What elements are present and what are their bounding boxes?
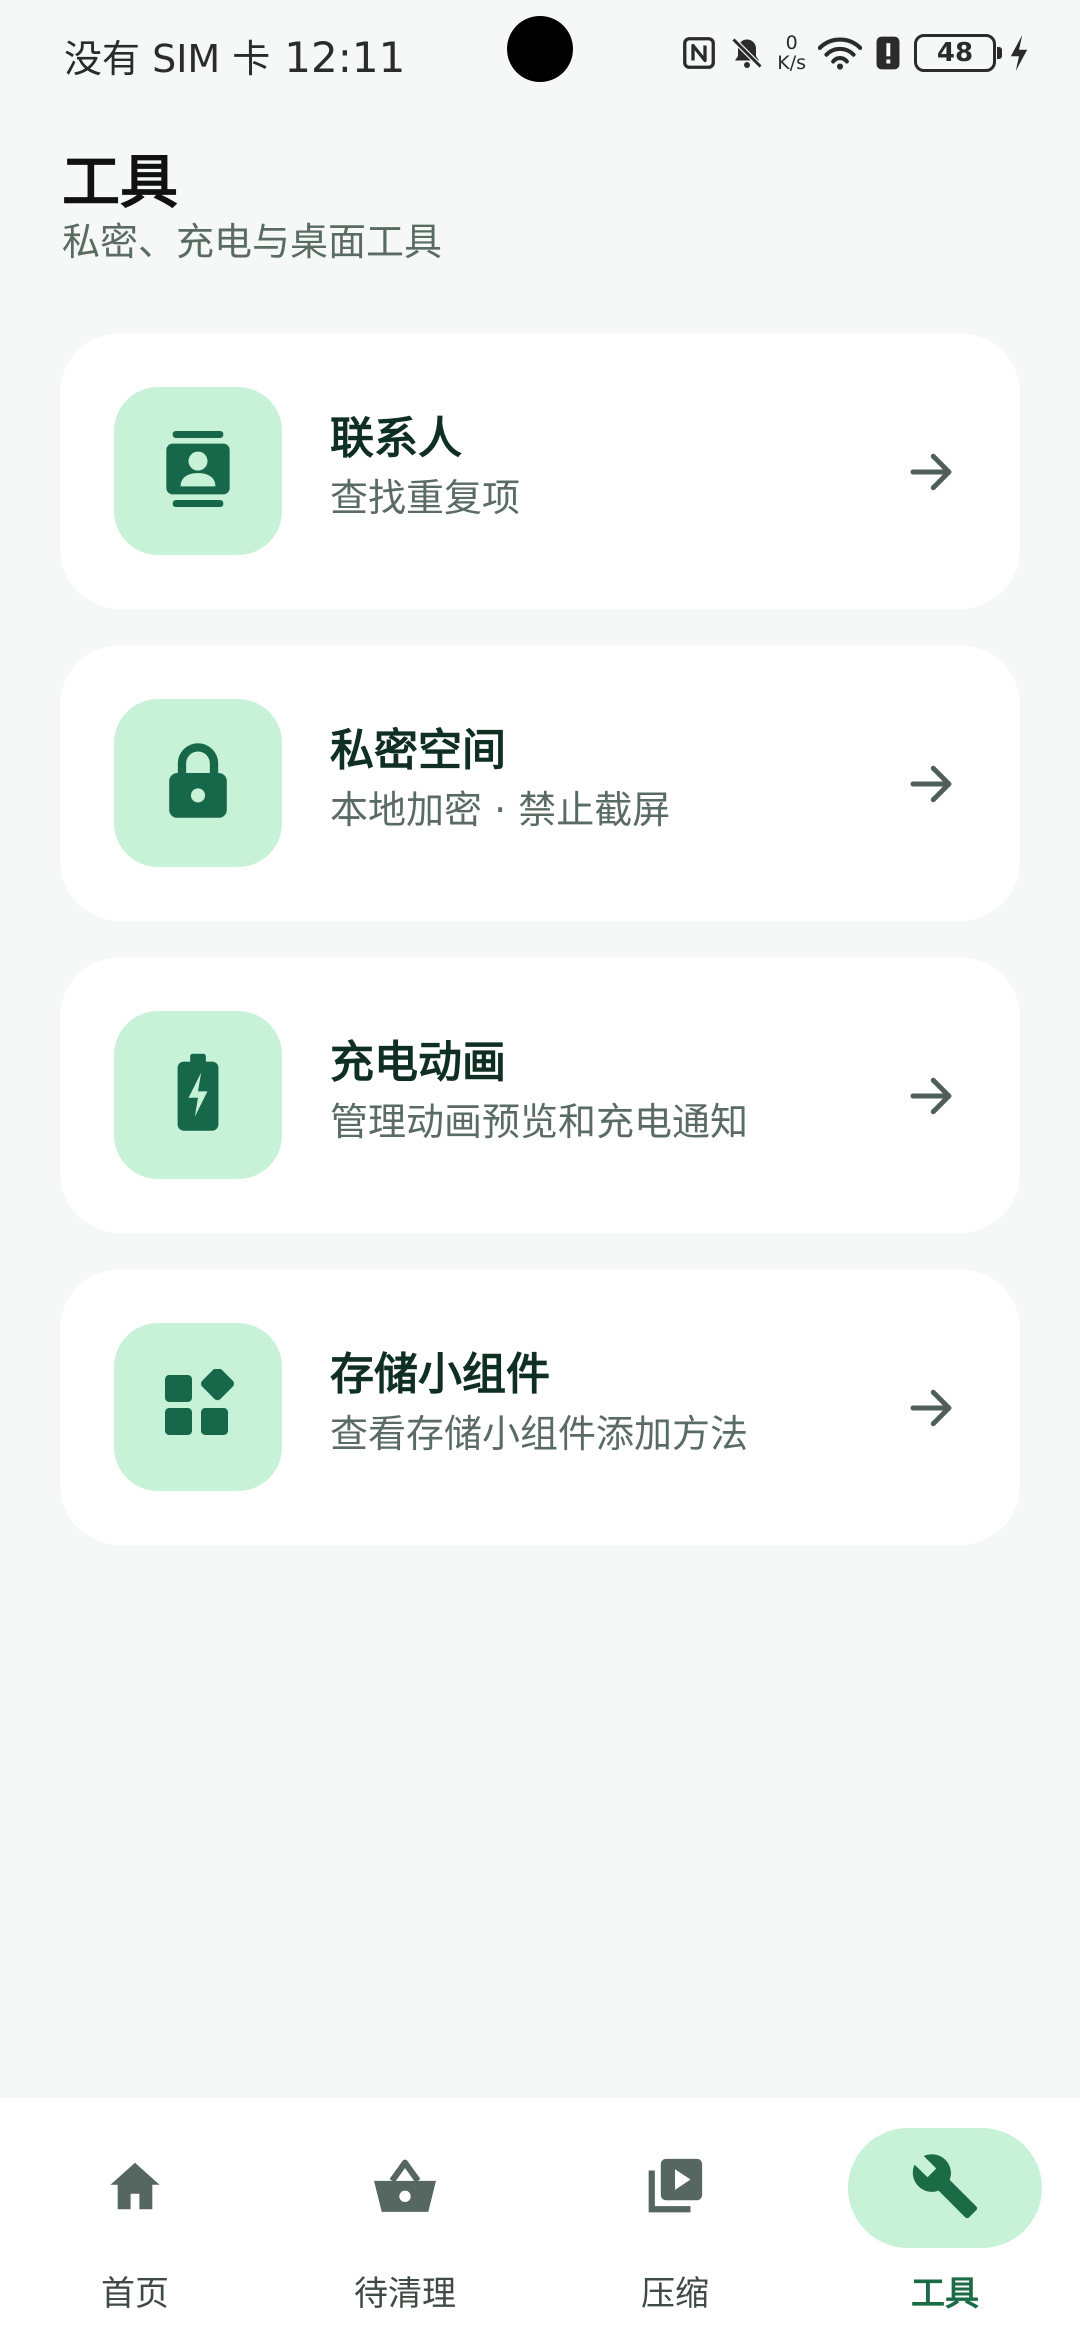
lock-icon (166, 741, 230, 825)
carrier-text: 没有 SIM 卡 (64, 37, 271, 81)
tool-title: 充电动画 (330, 1037, 506, 1088)
page-title: 工具 (62, 148, 179, 216)
home-icon (104, 2155, 166, 2221)
contacts-icon (160, 427, 236, 515)
tool-text: 私密空间 本地加密 · 禁止截屏 (330, 721, 670, 839)
tool-text: 联系人 查找重复项 (330, 409, 520, 527)
net-speed-unit: K/s (777, 52, 806, 74)
tool-description: 查找重复项 (330, 476, 521, 520)
tool-description: 管理动画预览和充电通知 (330, 1100, 749, 1144)
basket-icon (371, 2155, 439, 2221)
wrench-icon (910, 2151, 980, 2225)
nav-label: 首页 (101, 2274, 169, 2314)
tool-text: 充电动画 管理动画预览和充电通知 (330, 1033, 748, 1151)
tool-icon-box (114, 699, 282, 867)
tool-text: 存储小组件 查看存储小组件添加方法 (330, 1345, 748, 1463)
bottom-navigation: 首页 待清理 压缩 工具 (0, 2098, 1080, 2340)
tool-card-private-space[interactable]: 私密空间 本地加密 · 禁止截屏 (60, 645, 1020, 921)
nav-label: 待清理 (354, 2274, 456, 2314)
tool-icon-box (114, 1011, 282, 1179)
arrow-right-icon (904, 757, 958, 811)
status-bar: 没有 SIM 卡 12:11 0 K/s 48 (0, 0, 1080, 110)
status-left: 没有 SIM 卡 12:11 (64, 28, 405, 83)
mute-icon (729, 35, 765, 71)
tool-title: 存储小组件 (330, 1349, 550, 1400)
alert-icon (874, 35, 902, 71)
tool-description: 查看存储小组件添加方法 (330, 1412, 749, 1456)
video-library-icon (644, 2155, 706, 2221)
tool-icon-box (114, 387, 282, 555)
arrow-right-icon (904, 445, 958, 499)
tool-card-charging-animation[interactable]: 充电动画 管理动画预览和充电通知 (60, 957, 1020, 1233)
tool-description: 本地加密 · 禁止截屏 (330, 788, 671, 832)
tool-icon-box (114, 1323, 282, 1491)
battery-level: 48 (936, 38, 974, 68)
page-subtitle: 私密、充电与桌面工具 (62, 220, 443, 264)
net-speed-value: 0 (785, 32, 798, 54)
tool-title: 私密空间 (330, 725, 506, 776)
status-icons: 0 K/s 48 (669, 28, 1030, 78)
nav-item-tools[interactable]: 工具 (810, 2098, 1080, 2340)
nav-label: 压缩 (641, 2274, 709, 2314)
widgets-icon (162, 1367, 235, 1445)
tool-title: 联系人 (330, 413, 462, 464)
nav-item-cleanup[interactable]: 待清理 (270, 2098, 540, 2340)
nav-item-compress[interactable]: 压缩 (540, 2098, 810, 2340)
nav-indicator (578, 2128, 772, 2248)
tool-list: 联系人 查找重复项 私密空间 本地加密 · 禁止截屏 充电动画 管理动画预览和充… (60, 333, 1020, 1581)
tool-card-contacts[interactable]: 联系人 查找重复项 (60, 333, 1020, 609)
wifi-icon (818, 35, 862, 71)
battery-charging-icon (176, 1053, 220, 1137)
nav-indicator (308, 2128, 502, 2248)
battery-icon: 48 (914, 34, 1002, 72)
arrow-right-icon (904, 1381, 958, 1435)
nfc-icon (681, 35, 717, 71)
nav-label: 工具 (911, 2274, 979, 2314)
net-speed: 0 K/s (777, 33, 806, 73)
charging-icon (1008, 35, 1030, 71)
page-header: 工具 私密、充电与桌面工具 (62, 146, 442, 266)
arrow-right-icon (904, 1069, 958, 1123)
nav-indicator-active (848, 2128, 1042, 2248)
nav-item-home[interactable]: 首页 (0, 2098, 270, 2340)
tool-card-storage-widget[interactable]: 存储小组件 查看存储小组件添加方法 (60, 1269, 1020, 1545)
clock: 12:11 (284, 33, 406, 82)
camera-cutout (507, 16, 573, 82)
nav-indicator (38, 2128, 232, 2248)
